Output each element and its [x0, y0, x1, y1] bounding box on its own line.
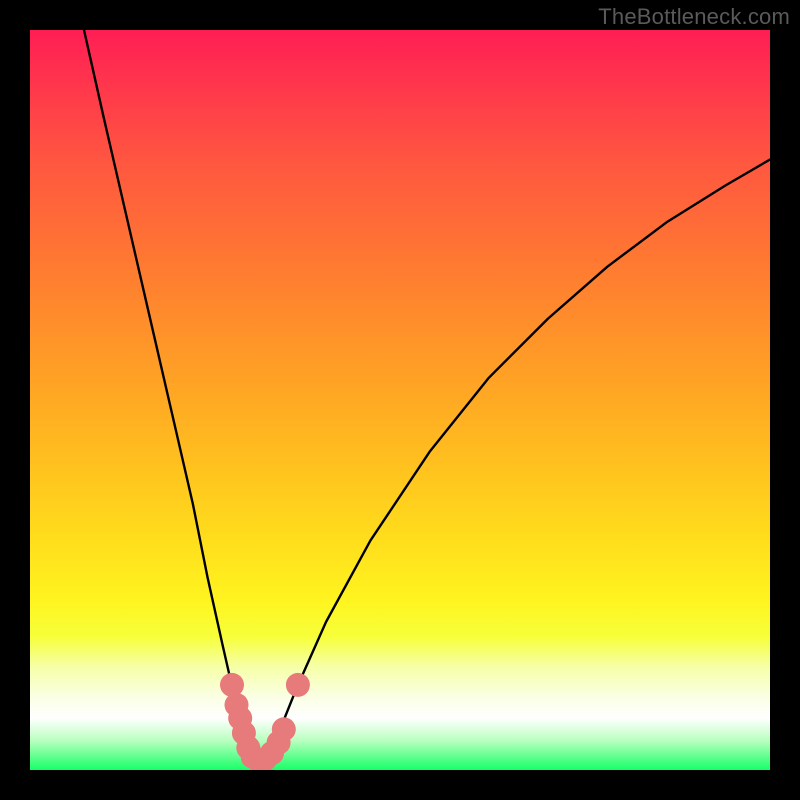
watermark-text: TheBottleneck.com: [598, 4, 790, 30]
plot-area: [30, 30, 770, 770]
marker-series: [220, 673, 310, 770]
chart-stage: TheBottleneck.com: [0, 0, 800, 800]
bottleneck-curve: [84, 30, 770, 760]
curve-layer: [30, 30, 770, 770]
